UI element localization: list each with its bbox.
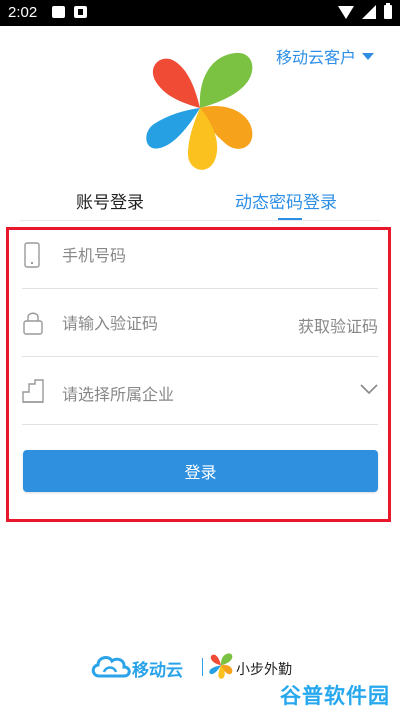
app-icon — [74, 6, 87, 18]
login-tabs: 账号登录 动态密码登录 — [20, 178, 380, 221]
wifi-icon — [338, 5, 354, 19]
company-row: 请选择所属企业 — [22, 358, 378, 425]
customer-type-label: 移动云客户 — [275, 48, 356, 67]
site-watermark: 谷普软件园 — [280, 684, 390, 708]
phone-row — [22, 222, 378, 289]
footer-divider — [202, 658, 203, 676]
tab-dynamic-password-login[interactable]: 动态密码登录 — [235, 188, 337, 213]
cloud-logo-icon — [91, 656, 131, 678]
phone-icon — [24, 242, 40, 268]
logo-petal-green — [199, 52, 253, 108]
chevron-down-icon[interactable] — [360, 382, 378, 396]
footer-branding: 移动云 小步外勤 — [90, 650, 330, 684]
company-select[interactable]: 请选择所属企业 — [62, 381, 174, 405]
caret-down-icon — [362, 52, 374, 60]
image-icon — [52, 6, 65, 18]
building-icon — [22, 379, 44, 403]
status-indicators — [338, 3, 392, 19]
phone-number-input[interactable] — [62, 240, 292, 270]
verification-row: 获取验证码 — [22, 290, 378, 357]
brand-mobile-cloud: 移动云 — [132, 661, 183, 681]
customer-type-selector[interactable]: 移动云客户 — [276, 44, 374, 68]
pinwheel-logo — [146, 52, 253, 170]
verification-code-input[interactable] — [62, 308, 292, 338]
get-verification-code-button[interactable]: 获取验证码 — [298, 313, 378, 337]
login-button[interactable]: 登录 — [23, 450, 378, 492]
brand-xiaobu: 小步外勤 — [236, 662, 292, 678]
logo-petal-red — [152, 58, 200, 108]
small-pinwheel-icon — [209, 653, 233, 679]
battery-icon — [384, 3, 392, 19]
status-bar: 2:02 — [0, 0, 400, 26]
active-tab-indicator — [278, 218, 302, 220]
status-time: 2:02 — [8, 4, 38, 21]
lock-icon — [23, 312, 43, 335]
cell-signal-icon — [362, 5, 376, 19]
tab-account-login[interactable]: 账号登录 — [76, 188, 144, 213]
